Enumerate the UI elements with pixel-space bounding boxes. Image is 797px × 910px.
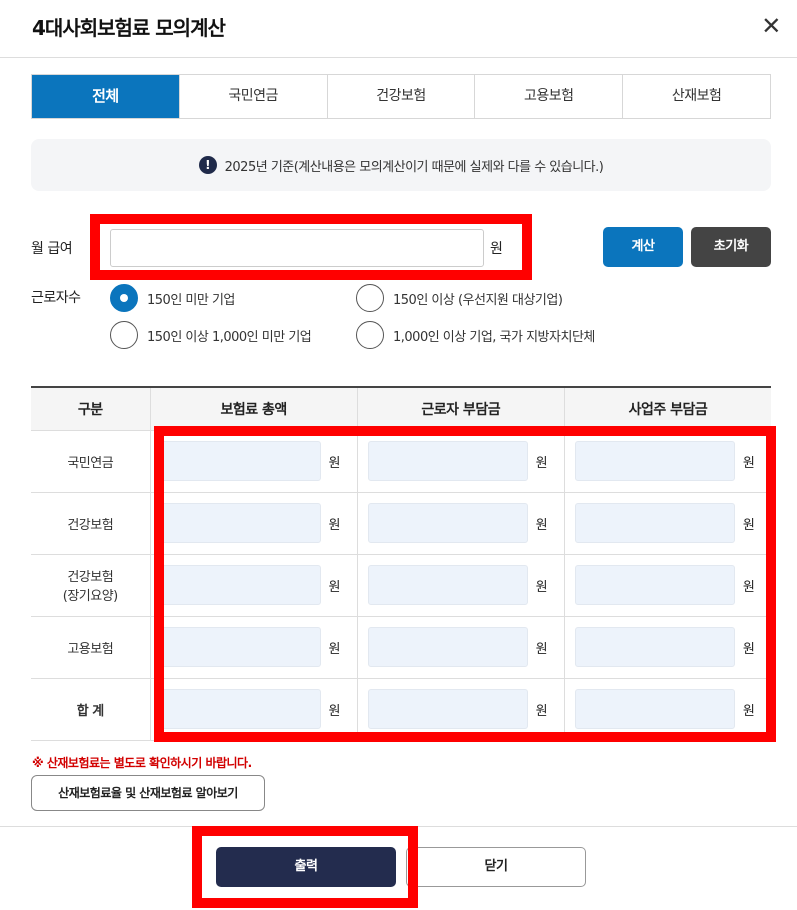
tab-national-pension[interactable]: 국민연금 — [178, 75, 327, 118]
print-button[interactable]: 출력 — [216, 847, 396, 887]
close-button[interactable]: 닫기 — [406, 847, 586, 887]
radio-over-150-priority[interactable]: 150인 이상 (우선지원 대상기업) — [356, 284, 563, 312]
salary-input[interactable] — [110, 229, 484, 267]
radio-checked-icon — [110, 284, 138, 312]
row-label: 건강보험 (장기요양) — [31, 554, 150, 617]
modal-header: 4대사회보험료 모의계산 ✕ — [0, 0, 797, 58]
employee-share-field[interactable] — [367, 689, 528, 729]
radio-unchecked-icon — [356, 284, 384, 312]
employer-share-field[interactable] — [574, 503, 735, 543]
radio-label: 150인 미만 기업 — [147, 292, 235, 308]
tab-all[interactable]: 전체 — [32, 75, 179, 118]
salary-field-group: 원 — [110, 228, 522, 268]
radio-label: 150인 이상 1,000인 미만 기업 — [147, 329, 312, 345]
table-header-row: 구분 보험료 총액 근로자 부담금 사업주 부담금 — [31, 387, 771, 431]
tab-health-insurance[interactable]: 건강보험 — [326, 75, 475, 118]
row-label: 국민연금 — [31, 430, 150, 493]
radio-unchecked-icon — [356, 321, 384, 349]
employer-share-field[interactable] — [574, 689, 735, 729]
total-amount-field[interactable] — [160, 565, 321, 605]
notice-box: ! 2025년 기준(계산내용은 모의계산이기 때문에 실제와 다를 수 있습니… — [31, 139, 771, 191]
industrial-accident-info-button[interactable]: 산재보험료율 및 산재보험료 알아보기 — [31, 775, 265, 811]
calculate-button[interactable]: 계산 — [603, 227, 683, 267]
footer-divider — [0, 826, 797, 827]
header-category: 구분 — [31, 387, 150, 431]
employee-share-field[interactable] — [367, 503, 528, 543]
tab-industrial-accident[interactable]: 산재보험 — [622, 75, 770, 118]
salary-label: 월 급여 — [31, 241, 73, 257]
table-row: 건강보험 (장기요양) 원 원 원 — [31, 554, 771, 617]
employee-share-field[interactable] — [367, 565, 528, 605]
radio-over-1000-government[interactable]: 1,000인 이상 기업, 국가 지방자치단체 — [356, 321, 595, 349]
radio-label: 1,000인 이상 기업, 국가 지방자치단체 — [393, 329, 595, 345]
result-table: 구분 보험료 총액 근로자 부담금 사업주 부담금 국민연금 원 원 원 건강보… — [31, 386, 771, 741]
radio-label: 150인 이상 (우선지원 대상기업) — [393, 292, 563, 308]
info-icon: ! — [198, 156, 217, 174]
table-row: 건강보험 원 원 원 — [31, 492, 771, 555]
total-amount-field[interactable] — [160, 503, 321, 543]
header-employee: 근로자 부담금 — [356, 387, 565, 431]
total-amount-field[interactable] — [160, 689, 321, 729]
table-row: 국민연금 원 원 원 — [31, 430, 771, 493]
radio-under-150[interactable]: 150인 미만 기업 — [110, 284, 235, 312]
close-icon[interactable]: ✕ — [757, 12, 785, 40]
radio-150-to-1000[interactable]: 150인 이상 1,000인 미만 기업 — [110, 321, 312, 349]
radio-unchecked-icon — [110, 321, 138, 349]
table-row-total: 합 계 원 원 원 — [31, 678, 771, 741]
employee-share-field[interactable] — [367, 441, 528, 481]
reset-button[interactable]: 초기화 — [691, 227, 771, 267]
total-amount-field[interactable] — [160, 441, 321, 481]
total-amount-field[interactable] — [160, 627, 321, 667]
warning-text: ※ 산재보험료는 별도로 확인하시기 바랍니다. — [32, 756, 252, 770]
salary-unit: 원 — [490, 241, 503, 257]
row-label-total: 합 계 — [31, 678, 150, 741]
employer-share-field[interactable] — [574, 441, 735, 481]
row-label: 건강보험 — [31, 492, 150, 555]
tab-employment-insurance[interactable]: 고용보험 — [474, 75, 622, 118]
employer-share-field[interactable] — [574, 565, 735, 605]
employee-share-field[interactable] — [367, 627, 528, 667]
modal-title: 4대사회보험료 모의계산 — [32, 16, 226, 40]
workers-label: 근로자수 — [31, 290, 81, 306]
notice-text: 2025년 기준(계산내용은 모의계산이기 때문에 실제와 다를 수 있습니다.… — [224, 159, 604, 175]
table-row: 고용보험 원 원 원 — [31, 616, 771, 679]
header-total: 보험료 총액 — [149, 387, 358, 431]
row-label: 고용보험 — [31, 616, 150, 679]
tab-bar: 전체 국민연금 건강보험 고용보험 산재보험 — [31, 74, 771, 119]
employer-share-field[interactable] — [574, 627, 735, 667]
header-employer: 사업주 부담금 — [563, 387, 771, 431]
